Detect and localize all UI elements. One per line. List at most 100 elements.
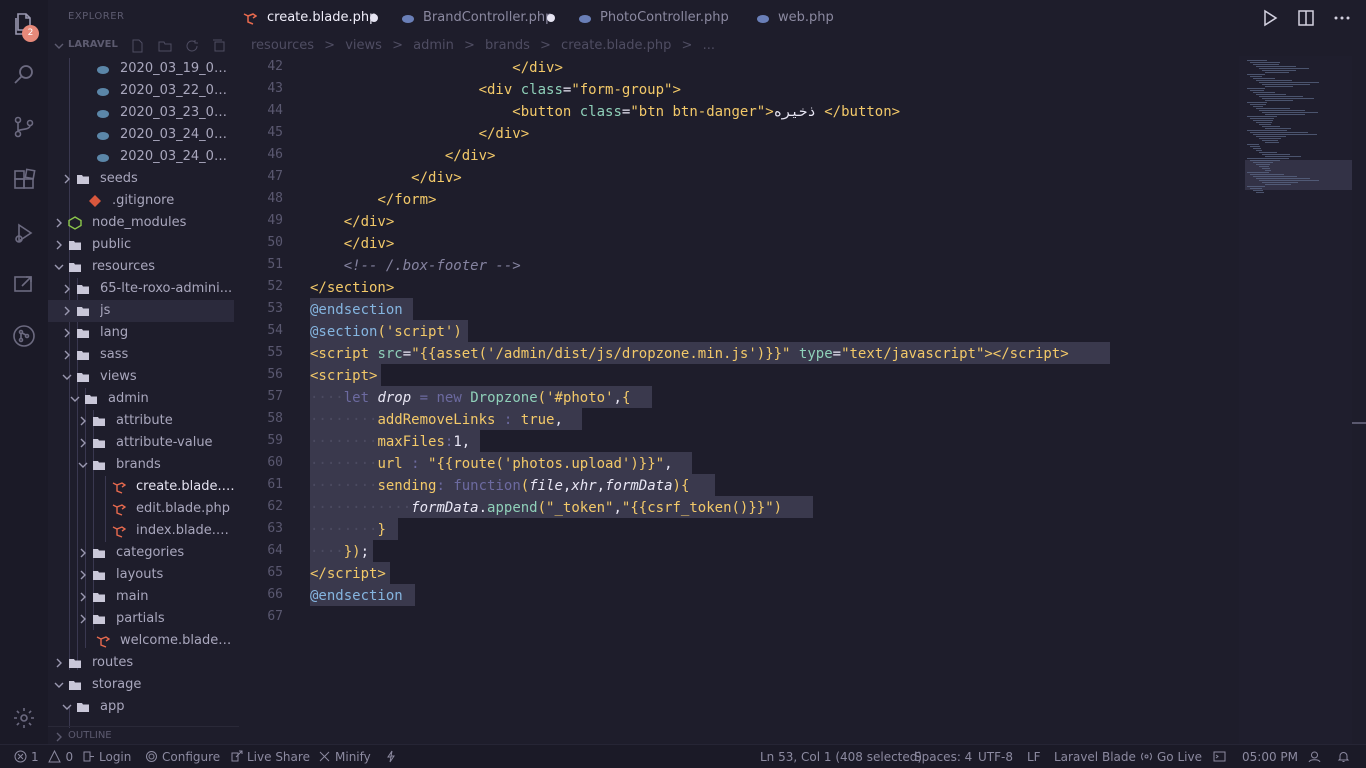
go-live-button[interactable]: Go Live — [1140, 750, 1202, 764]
tab-create-blade[interactable]: create.blade.php — [243, 0, 393, 36]
tree-folder[interactable]: resources — [48, 256, 239, 278]
source-control-icon[interactable] — [12, 115, 36, 139]
tree-file[interactable]: 2020_03_24_0648... — [48, 124, 239, 146]
configure-button[interactable]: Configure — [145, 750, 220, 764]
language-mode[interactable]: Laravel Blade — [1054, 750, 1136, 764]
tree-folder[interactable]: seeds — [48, 168, 239, 190]
minimap[interactable] — [1239, 56, 1352, 746]
problems-indicator[interactable]: 1 0 — [14, 749, 73, 764]
workspace-root[interactable]: LARAVEL — [48, 36, 239, 56]
more-actions-icon[interactable] — [1332, 8, 1352, 28]
cursor-position[interactable]: Ln 53, Col 1 (408 selected) — [760, 750, 922, 764]
minimap-line — [1265, 142, 1279, 143]
folder-icon — [76, 700, 90, 714]
tree-folder[interactable]: brands — [48, 454, 239, 476]
breadcrumb-item[interactable]: resources — [251, 38, 314, 53]
tree-folder[interactable]: partials — [48, 608, 239, 630]
tree-file[interactable]: 2020_03_24_0731... — [48, 146, 239, 168]
settings-gear-icon[interactable] — [12, 706, 36, 730]
minimap-line — [1250, 188, 1262, 189]
minimap-line — [1250, 146, 1260, 147]
refresh-icon[interactable] — [185, 39, 199, 53]
tree-item-label: categories — [116, 545, 185, 560]
laravel-file-icon — [243, 11, 258, 25]
breadcrumb-item[interactable]: admin — [413, 38, 454, 53]
tree-folder[interactable]: attribute — [48, 410, 239, 432]
tree-folder[interactable]: views — [48, 366, 239, 388]
minify-button[interactable]: Minify — [318, 750, 371, 764]
tree-folder[interactable]: attribute-value — [48, 432, 239, 454]
folder-icon — [76, 282, 90, 296]
tree-folder[interactable]: app — [48, 696, 239, 718]
minimap-line — [1247, 186, 1265, 187]
line-number: 59 — [267, 433, 283, 448]
tree-folder[interactable]: lang — [48, 322, 239, 344]
live-share-button[interactable]: Live Share — [230, 750, 310, 764]
collapse-all-icon[interactable] — [212, 39, 226, 53]
encoding[interactable]: UTF-8 — [978, 750, 1013, 764]
feedback-icon[interactable] — [1308, 750, 1325, 764]
breadcrumb-item[interactable]: create.blade.php — [561, 38, 671, 53]
git-icon[interactable] — [12, 324, 36, 348]
tree-folder[interactable]: public — [48, 234, 239, 256]
tree-folder[interactable]: admin — [48, 388, 239, 410]
tree-folder[interactable]: routes — [48, 652, 239, 674]
run-icon[interactable] — [1260, 8, 1280, 28]
minimap-line — [1256, 108, 1290, 109]
indentation[interactable]: Spaces: 4 — [914, 750, 972, 764]
run-debug-icon[interactable] — [12, 221, 36, 245]
minimap-line — [1256, 192, 1264, 193]
login-label: Login — [99, 750, 132, 764]
tree-file[interactable]: welcome.blade.php — [48, 630, 239, 652]
tab-brand-controller[interactable]: BrandController.php — [401, 0, 561, 36]
tree-file[interactable]: 2020_03_23_0852... — [48, 102, 239, 124]
breadcrumb-item[interactable]: ... — [703, 38, 715, 53]
tree-file[interactable]: .gitignore — [48, 190, 239, 212]
line-number: 58 — [267, 411, 283, 426]
tab-label: BrandController.php — [423, 10, 554, 25]
tree-folder[interactable]: sass — [48, 344, 239, 366]
new-file-icon[interactable] — [130, 39, 144, 53]
tree-file[interactable]: edit.blade.php — [48, 498, 239, 520]
tree-file[interactable]: index.blade.php — [48, 520, 239, 542]
tab-photo-controller[interactable]: PhotoController.php — [578, 0, 738, 36]
breadcrumb-item[interactable]: views — [345, 38, 382, 53]
breadcrumb-item[interactable]: brands — [485, 38, 530, 53]
tab-web-php[interactable]: web.php — [756, 0, 856, 36]
tree-folder[interactable]: node_modules — [48, 212, 239, 234]
tree-folder[interactable]: storage — [48, 674, 239, 696]
tree-folder[interactable]: layouts — [48, 564, 239, 586]
git-graph-button[interactable] — [385, 750, 402, 764]
laravel-file-icon — [112, 502, 127, 516]
minimap-line — [1253, 106, 1263, 107]
split-editor-icon[interactable] — [1296, 8, 1316, 28]
outline-section[interactable]: OUTLINE — [48, 726, 239, 744]
configure-label: Configure — [162, 750, 221, 764]
line-number: 53 — [267, 301, 283, 316]
tree-folder[interactable]: main — [48, 586, 239, 608]
editor-actions — [1248, 8, 1352, 28]
tree-folder[interactable]: 65-lte-roxo-admini... — [48, 278, 239, 300]
tree-file[interactable]: create.blade.php — [48, 476, 239, 498]
remote-explorer-icon[interactable] — [12, 272, 36, 296]
tree-folder[interactable]: categories — [48, 542, 239, 564]
scrollbar-marker[interactable] — [1352, 422, 1366, 424]
tree-folder[interactable]: js — [48, 300, 234, 322]
minimap-line — [1253, 120, 1273, 121]
tree-file[interactable]: 2020_03_22_0624... — [48, 80, 239, 102]
end-of-line[interactable]: LF — [1027, 750, 1041, 764]
terminal-icon[interactable] — [1213, 750, 1230, 764]
search-icon[interactable] — [12, 62, 36, 86]
extensions-icon[interactable] — [12, 168, 36, 192]
editor-tabs: create.blade.php BrandController.php Pho… — [239, 0, 1366, 36]
tree-item-label: 2020_03_24_0731... — [120, 149, 235, 164]
code-editor[interactable]: 42 43 44 45 46 47 48 49 50 51 52 53 54 55 56 57 58 59 60 61… — [239, 56, 1239, 726]
minimap-line — [1262, 126, 1280, 127]
notifications-bell-icon[interactable] — [1337, 750, 1354, 764]
tree-file[interactable]: 2020_03_19_0935... — [48, 58, 239, 80]
minimap-line — [1265, 72, 1289, 73]
line-number: 54 — [267, 323, 283, 338]
new-folder-icon[interactable] — [158, 39, 172, 53]
minimap-line — [1262, 84, 1310, 85]
login-button[interactable]: Login — [82, 750, 131, 764]
